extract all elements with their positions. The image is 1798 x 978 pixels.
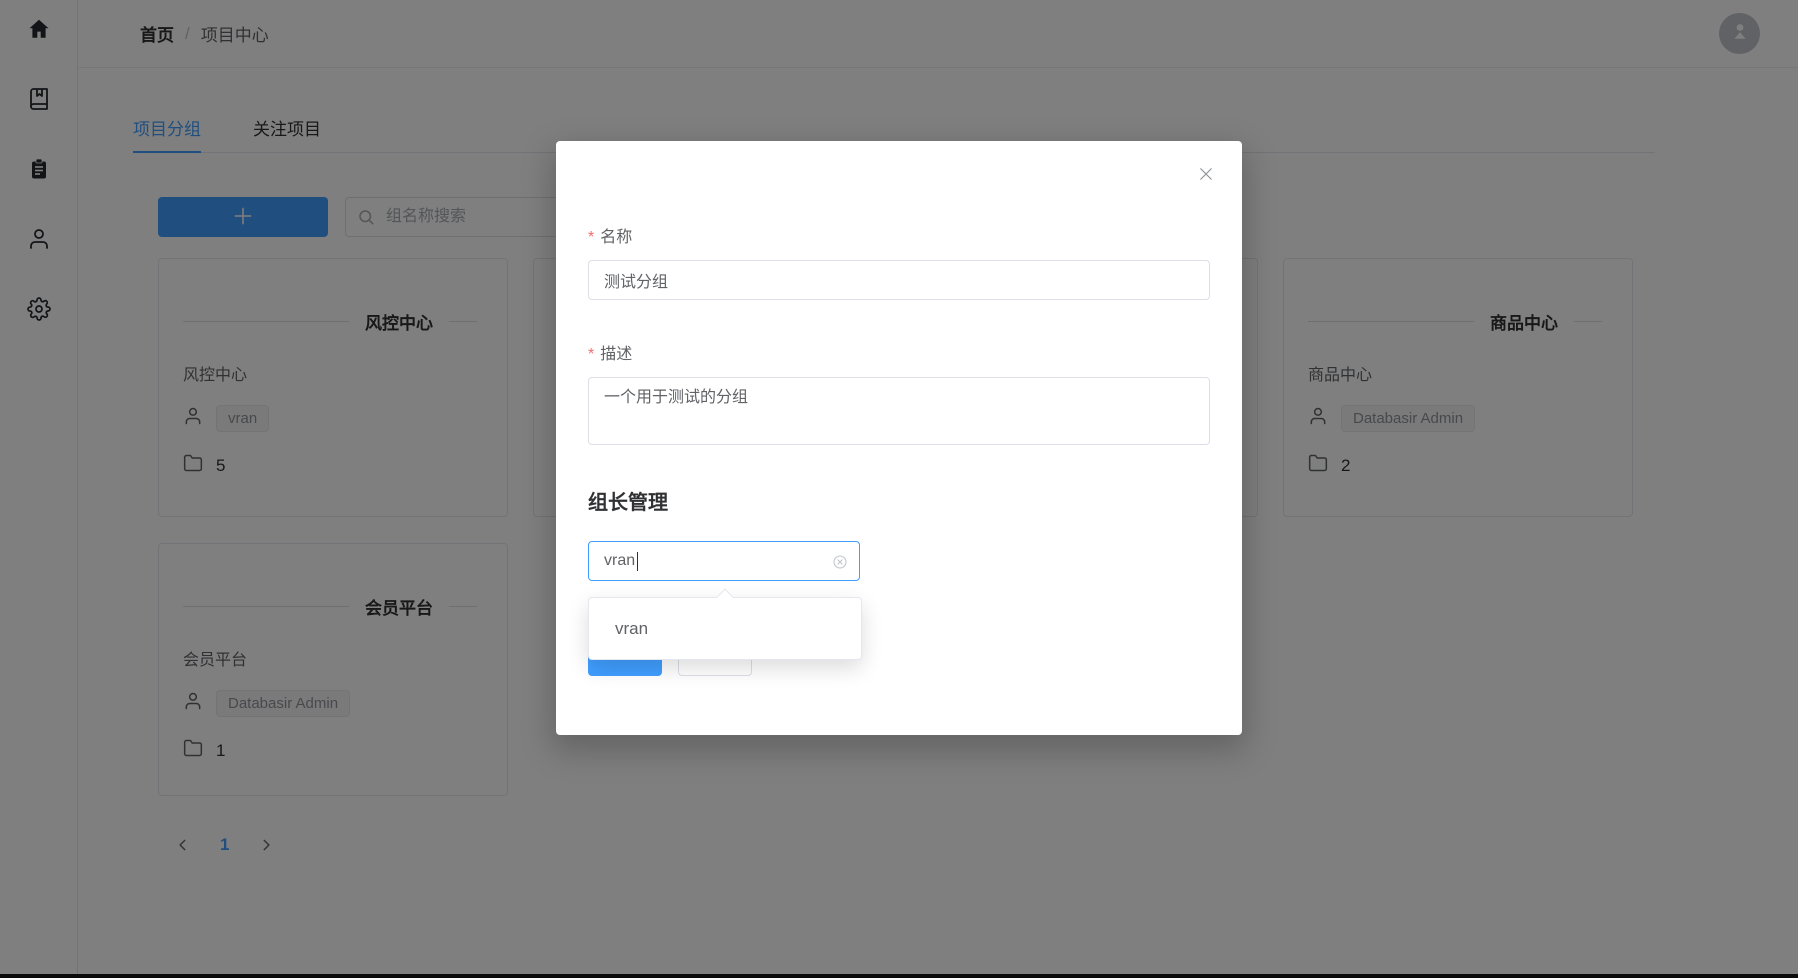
project-center-page: 首页 / 项目中心 项目分组 关注项目 风控中心 风控中心 — [0, 0, 1798, 978]
description-textarea[interactable]: 一个用于测试的分组 — [588, 377, 1210, 445]
description-label-text: 描述 — [600, 346, 632, 364]
required-marker: * — [588, 229, 594, 247]
name-label-text: 名称 — [600, 229, 632, 247]
close-icon — [1197, 165, 1215, 188]
suggestion-option-vran[interactable]: vran — [589, 598, 861, 659]
name-input[interactable] — [588, 260, 1210, 300]
leader-search-input[interactable]: vran — [588, 541, 860, 581]
text-cursor — [637, 552, 638, 571]
leader-suggestion-popup: vran — [588, 597, 862, 660]
leader-search-value: vran — [604, 552, 635, 570]
create-group-dialog: * 名称 * 描述 一个用于测试的分组 组长管理 vran vran — [556, 141, 1242, 735]
name-field-label: * 名称 — [588, 229, 1210, 247]
required-marker: * — [588, 346, 594, 364]
dialog-close-button[interactable] — [1196, 166, 1216, 186]
clear-input-icon[interactable] — [832, 554, 848, 575]
description-field-label: * 描述 — [588, 346, 1210, 364]
leader-section-title: 组长管理 — [588, 486, 1210, 515]
